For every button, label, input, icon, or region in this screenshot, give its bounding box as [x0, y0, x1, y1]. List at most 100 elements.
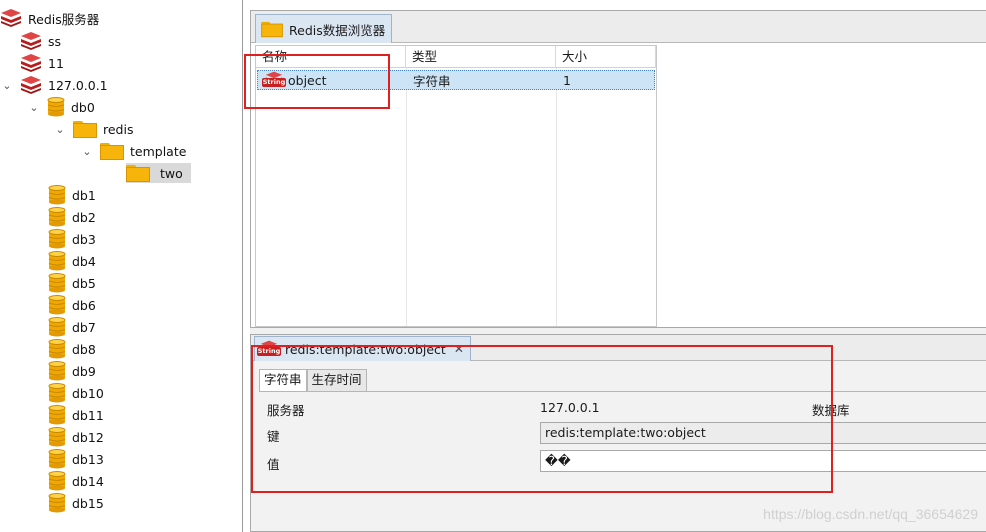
tree-server-11[interactable]: 11	[20, 53, 64, 73]
string-tag: String	[262, 78, 286, 87]
detail-subtabs: 字符串 生存时间	[259, 369, 367, 392]
tree-db-label: db8	[72, 341, 96, 357]
tree-db-item[interactable]: db6	[48, 295, 96, 315]
server-value: 127.0.0.1	[540, 400, 600, 415]
chevron-down-icon[interactable]: ⌄	[0, 75, 14, 95]
database-icon	[48, 471, 66, 491]
server-tree[interactable]: Redis服务器 ss 11 ⌄ 127.0.0.1 ⌄ db0 ⌄ redis…	[0, 0, 243, 532]
redis-data-browser-pane: Redis数据浏览器 名称 类型 大小 String object 字符串 1	[250, 10, 986, 328]
database-icon	[48, 405, 66, 425]
tree-db-item[interactable]: db5	[48, 273, 96, 293]
tab-label: Redis数据浏览器	[289, 22, 386, 38]
table-header: 名称 类型 大小	[256, 46, 656, 68]
tree-db-label: db9	[72, 363, 96, 379]
database-label: 数据库	[812, 403, 850, 418]
tree-folder-two[interactable]: two	[126, 163, 191, 183]
cell-name: String object	[258, 71, 407, 89]
key-table[interactable]: 名称 类型 大小 String object 字符串 1	[255, 45, 657, 327]
value-field[interactable]: ��	[540, 450, 986, 472]
tree-db-item[interactable]: db11	[48, 405, 104, 425]
tree-db-item[interactable]: db15	[48, 493, 104, 513]
tree-db-label: db1	[72, 187, 96, 203]
tree-db-label: db13	[72, 451, 104, 467]
redis-cube-icon	[20, 53, 42, 73]
redis-cube-icon	[20, 75, 42, 95]
database-icon	[48, 295, 66, 315]
database-icon	[48, 273, 66, 293]
database-icon	[48, 207, 66, 227]
tree-db-item[interactable]: db2	[48, 207, 96, 227]
tree-folder-template[interactable]: ⌄ template	[80, 141, 186, 161]
redis-cube-icon	[0, 8, 22, 28]
chevron-down-icon[interactable]: ⌄	[53, 119, 67, 139]
tree-db-label: db11	[72, 407, 104, 423]
tree-db-item[interactable]: db7	[48, 317, 96, 337]
chevron-down-icon[interactable]: ⌄	[27, 97, 41, 117]
string-key-icon: String	[257, 339, 281, 359]
chevron-down-icon[interactable]: ⌄	[80, 141, 94, 161]
column-divider	[406, 68, 407, 326]
tree-db-label: db15	[72, 495, 104, 511]
tree-db0[interactable]: ⌄ db0	[27, 97, 95, 117]
tree-db-item[interactable]: db12	[48, 427, 104, 447]
tree-db-label: db14	[72, 473, 104, 489]
watermark: https://blog.csdn.net/qq_36654629	[763, 506, 978, 522]
tab-label: redis:template:two:object	[285, 341, 446, 357]
database-icon	[48, 361, 66, 381]
tab-redis-data-browser[interactable]: Redis数据浏览器	[255, 14, 393, 43]
tree-db-item[interactable]: db8	[48, 339, 96, 359]
folder-icon	[126, 164, 150, 182]
key-detail-pane: String redis:template:two:object ✕ 字符串 生…	[250, 334, 986, 532]
key-field[interactable]: redis:template:two:object	[540, 422, 986, 444]
folder-icon	[261, 21, 283, 37]
redis-cube-icon	[20, 31, 42, 51]
database-icon	[48, 185, 66, 205]
tree-db-label: db6	[72, 297, 96, 313]
column-header-name[interactable]: 名称	[256, 46, 406, 68]
column-header-size[interactable]: 大小	[556, 46, 656, 68]
database-icon	[48, 383, 66, 403]
tree-db-label: db7	[72, 319, 96, 335]
server-label: 服务器	[267, 403, 305, 418]
database-icon	[47, 97, 65, 117]
database-icon	[48, 493, 66, 513]
tree-db-item[interactable]: db1	[48, 185, 96, 205]
tree-db-label: db4	[72, 253, 96, 269]
folder-icon	[100, 142, 124, 160]
tree-root-label: Redis服务器	[28, 11, 100, 27]
tree-folder-label: two	[160, 165, 183, 181]
folder-icon	[73, 120, 97, 138]
tree-folder-label: redis	[103, 121, 134, 137]
tab-key-detail[interactable]: String redis:template:two:object ✕	[254, 336, 471, 361]
cell-type: 字符串	[413, 73, 451, 89]
string-tag: String	[257, 347, 281, 356]
database-icon	[48, 229, 66, 249]
tree-db-item[interactable]: db14	[48, 471, 104, 491]
tree-db-item[interactable]: db13	[48, 449, 104, 469]
tree-db-label: db0	[71, 99, 95, 115]
tree-server-label: 127.0.0.1	[48, 77, 108, 93]
column-divider	[556, 68, 557, 326]
table-row[interactable]: String object 字符串 1	[257, 70, 655, 90]
tree-db-item[interactable]: db10	[48, 383, 104, 403]
tree-db-item[interactable]: db3	[48, 229, 96, 249]
database-icon	[48, 339, 66, 359]
key-label: 键	[267, 429, 280, 444]
tree-db-item[interactable]: db4	[48, 251, 96, 271]
tree-folder-label: template	[130, 143, 187, 159]
tree-db-item[interactable]: db9	[48, 361, 96, 381]
subtab-string[interactable]: 字符串	[259, 369, 307, 392]
tree-server-label: ss	[48, 33, 62, 49]
tree-server-127[interactable]: ⌄ 127.0.0.1	[0, 75, 108, 95]
subtab-ttl[interactable]: 生存时间	[306, 369, 367, 391]
tree-server-ss[interactable]: ss	[20, 31, 61, 51]
tree-folder-redis[interactable]: ⌄ redis	[53, 119, 133, 139]
tree-root[interactable]: Redis服务器	[0, 8, 99, 28]
string-panel: 服务器 127.0.0.1 数据库 键 redis:template:two:o…	[259, 391, 986, 521]
database-icon	[48, 427, 66, 447]
detail-tabbar: String redis:template:two:object ✕	[251, 335, 986, 361]
row-key-name: object	[288, 72, 327, 88]
column-header-type[interactable]: 类型	[406, 46, 556, 68]
close-icon[interactable]: ✕	[454, 342, 464, 356]
tree-db-label: db3	[72, 231, 96, 247]
